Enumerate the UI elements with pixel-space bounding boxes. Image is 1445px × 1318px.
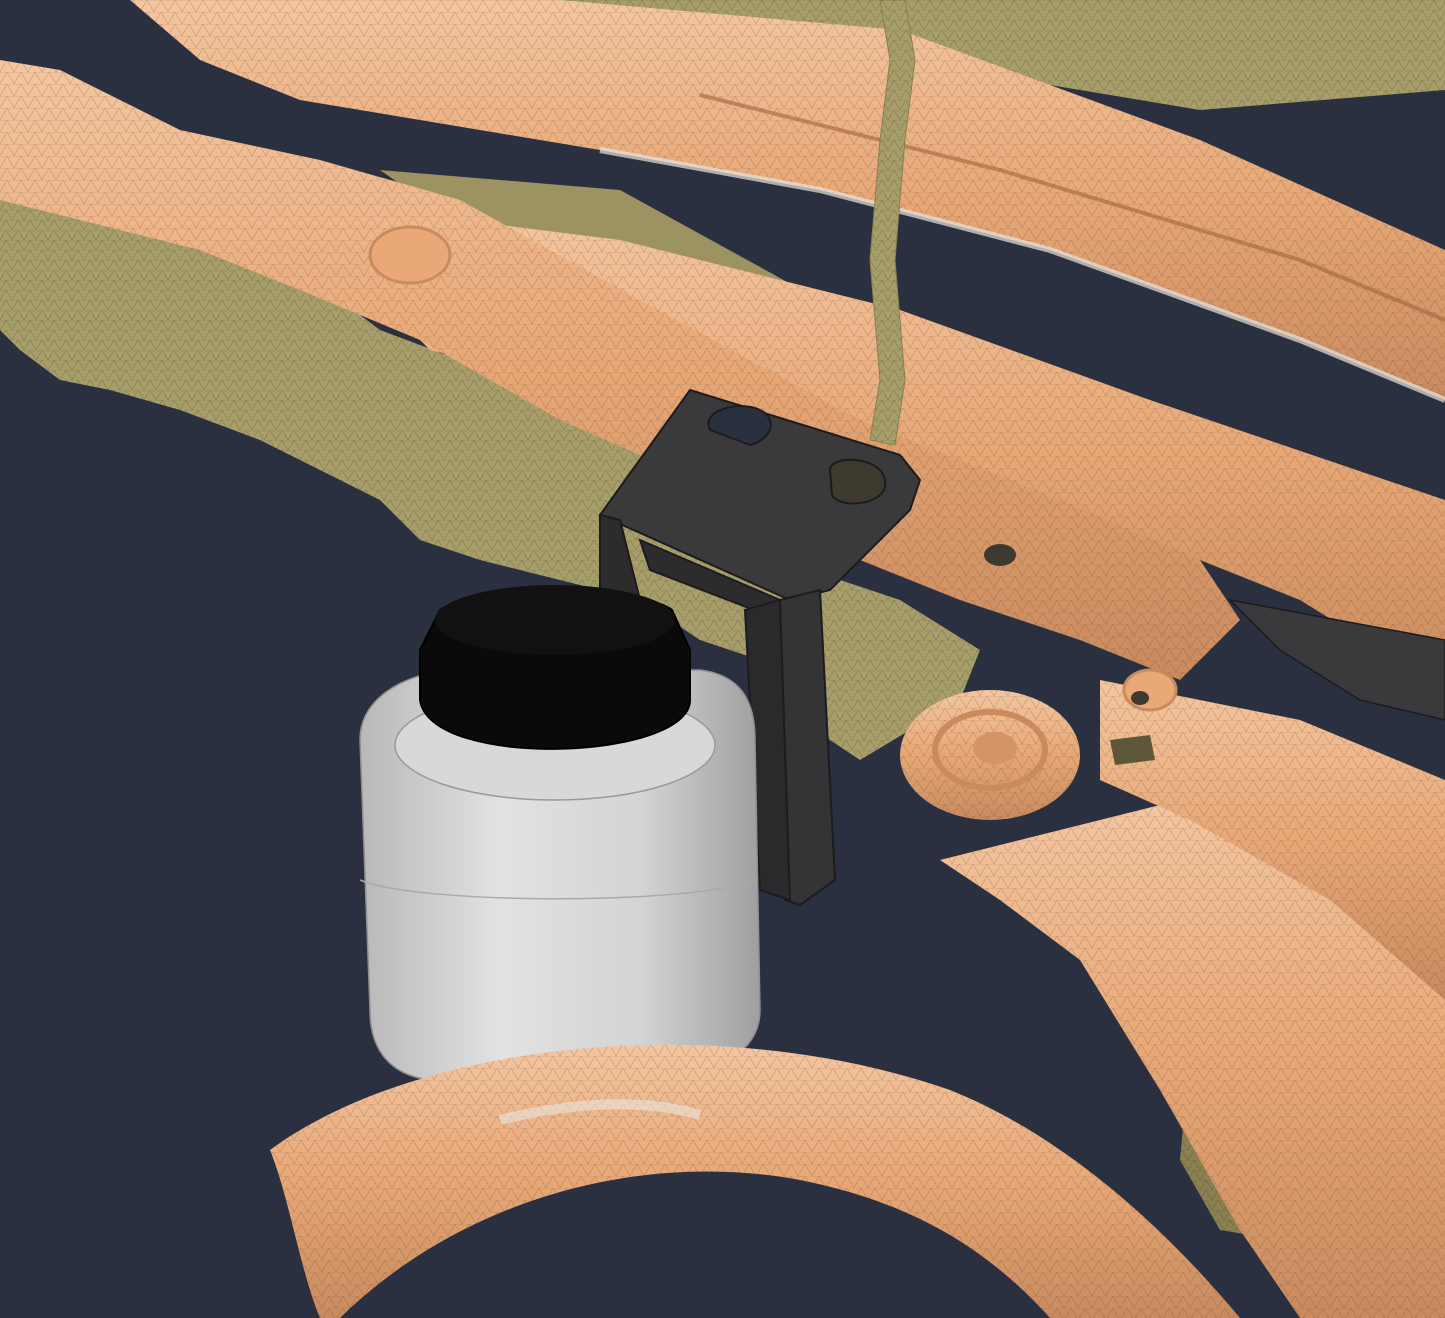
fluid-canister	[359, 585, 761, 1081]
3d-viewport[interactable]	[0, 0, 1445, 1318]
mesh-scene[interactable]	[0, 0, 1445, 1318]
canister-cap	[419, 585, 691, 750]
curved-frame-member	[270, 1044, 1240, 1318]
rail-hole	[984, 544, 1016, 566]
